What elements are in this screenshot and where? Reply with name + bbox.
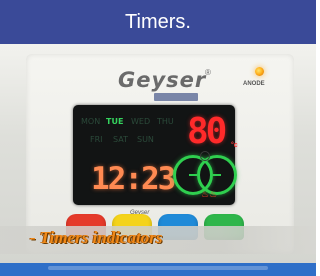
temperature-readout: 80 [187,111,227,152]
brand-logo: Geyser [118,68,207,92]
footer-strip [0,263,316,276]
day-fri: FRI [90,135,103,144]
timer-2-hand [213,174,221,176]
day-sun: SUN [137,135,154,144]
caption-text: - Timers indicators [30,228,163,247]
timer-1-hand [189,174,197,176]
clock-symbol-icon [200,151,210,161]
footer-fine-print [48,266,268,270]
anode-label: ANODE [243,81,265,87]
device-photo: Geyser ® ANODE MON TUE WED THU FRI SAT S… [0,44,316,276]
day-wed: WED [131,117,151,126]
heating-flame-icon: ♨♨ [201,189,218,199]
day-tue: TUE [106,117,124,126]
day-mon: MON [81,117,101,126]
led-display: MON TUE WED THU FRI SAT SUN 80 °c 12:23 … [73,105,238,205]
slide-frame: Timers. Geyser ® ANODE MON TUE WED THU F… [0,0,316,276]
slide-title: Timers. [0,0,316,44]
day-sat: SAT [113,135,128,144]
day-thu: THU [157,117,174,126]
anode-indicator-led [255,67,264,76]
registered-mark: ® [205,68,211,77]
brand-sub-badge [154,93,198,101]
temperature-unit: °c [231,142,238,149]
clock-readout: 12:23 [91,161,176,197]
